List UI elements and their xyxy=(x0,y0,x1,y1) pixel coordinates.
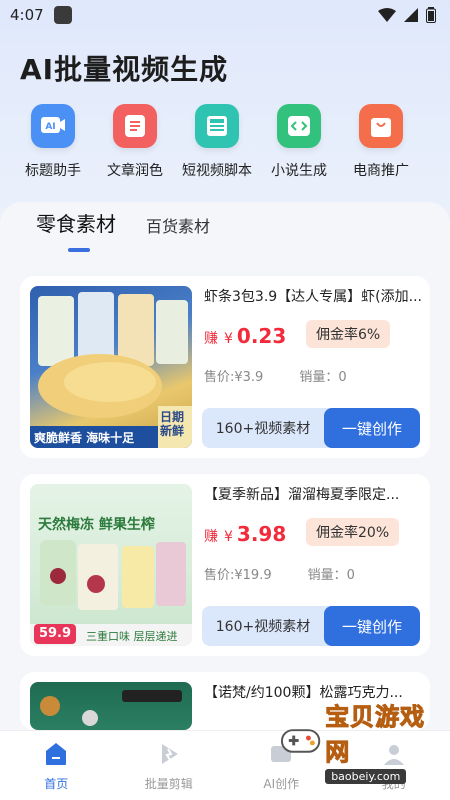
product-card[interactable]: 天然梅冻 鲜果生榨 三重口味 层层递进 59.9 【夏季新品】溜溜梅夏季限定..… xyxy=(20,474,430,656)
battery-icon xyxy=(426,7,436,23)
earn-prefix: 赚 xyxy=(204,331,218,347)
category-tabs: 零食素材 百货素材 xyxy=(36,208,240,237)
product-title: 【夏季新品】溜溜梅夏季限定... xyxy=(204,487,400,503)
image-caption-right: 日期新鲜 xyxy=(160,410,185,438)
earn-amount: 赚 ¥ 0.23 xyxy=(204,324,286,348)
product-image[interactable] xyxy=(30,682,192,730)
tool-title-helper[interactable]: AI 标题助手 xyxy=(12,104,94,180)
tool-video-script[interactable]: 短视频脚本 xyxy=(176,104,258,180)
product-price: 售价:¥19.9 xyxy=(204,568,272,583)
watermark-text: 宝贝游戏网 xyxy=(325,702,426,766)
nav-label: 首页 xyxy=(44,777,69,791)
earn-amount: 赚 ¥ 3.98 xyxy=(204,522,286,546)
tool-label: 文章润色 xyxy=(107,163,163,179)
product-meta: 售价:¥19.9 销量：0 xyxy=(204,564,355,583)
product-meta: 售价:¥3.9 销量：0 xyxy=(204,366,347,385)
svg-text:AI: AI xyxy=(45,122,55,132)
image-caption-bottom: 三重口味 层层递进 xyxy=(86,630,178,643)
site-watermark: 宝贝游戏网 baobeiy.com xyxy=(278,700,448,784)
script-icon xyxy=(195,104,239,148)
product-sales: 销量：0 xyxy=(307,568,355,583)
document-icon xyxy=(113,104,157,148)
nav-home[interactable]: 首页 xyxy=(0,731,113,800)
tool-label: 短视频脚本 xyxy=(182,163,252,179)
nav-batch-edit[interactable]: 批量剪辑 xyxy=(113,731,226,800)
signal-icon xyxy=(404,8,418,22)
active-tab-indicator xyxy=(68,248,90,252)
tool-novel-generate[interactable]: 小说生成 xyxy=(258,104,340,180)
product-image[interactable]: 爽脆鲜香 海味十足 日期新鲜 xyxy=(30,286,192,448)
product-card[interactable]: 爽脆鲜香 海味十足 日期新鲜 虾条3包3.9【达人专属】虾(添加... 赚 ¥ … xyxy=(20,276,430,458)
product-image[interactable]: 天然梅冻 鲜果生榨 三重口味 层层递进 59.9 xyxy=(30,484,192,646)
one-click-create-button[interactable]: 一键创作 xyxy=(324,408,420,448)
commission-badge: 佣金率6% xyxy=(306,320,391,348)
one-click-create-button[interactable]: 一键创作 xyxy=(324,606,420,646)
card-actions: 160+视频素材 一键创作 xyxy=(202,408,420,448)
watermark-url: baobeiy.com xyxy=(325,768,407,784)
wifi-icon xyxy=(378,8,396,22)
product-title: 虾条3包3.9【达人专属】虾(添加... xyxy=(204,289,422,305)
video-assets-button[interactable]: 160+视频素材 xyxy=(202,606,324,646)
card-actions: 160+视频素材 一键创作 xyxy=(202,606,420,646)
image-caption-top: 天然梅冻 鲜果生榨 xyxy=(38,517,155,533)
tool-ecommerce-promo[interactable]: 电商推广 xyxy=(340,104,422,180)
tool-label: 标题助手 xyxy=(25,163,81,179)
product-price: 售价:¥3.9 xyxy=(204,370,264,385)
tool-grid: AI 标题助手 文章润色 短视频脚本 小说生成 电商推广 xyxy=(0,104,450,180)
image-caption-left: 爽脆鲜香 海味十足 xyxy=(34,431,135,445)
status-icons xyxy=(378,7,436,23)
tab-general-goods[interactable]: 百货素材 xyxy=(146,213,210,237)
earn-prefix: 赚 xyxy=(204,529,218,545)
status-bar: 4:07 xyxy=(0,0,450,30)
plum-jelly-package-art xyxy=(30,540,192,646)
status-time: 4:07 xyxy=(10,6,44,24)
home-icon xyxy=(46,743,67,765)
app-notification-icon xyxy=(53,6,72,24)
chocolate-package-art xyxy=(40,690,182,726)
video-assets-button[interactable]: 160+视频素材 xyxy=(202,408,324,448)
gamepad-icon xyxy=(280,729,321,753)
code-icon xyxy=(277,104,321,148)
page-title: AI批量视频生成 xyxy=(20,53,229,86)
tool-article-polish[interactable]: 文章润色 xyxy=(94,104,176,180)
commission-badge: 佣金率20% xyxy=(306,518,400,546)
earn-value: 0.23 xyxy=(236,324,287,348)
earn-value: 3.98 xyxy=(236,522,287,546)
nav-label: 批量剪辑 xyxy=(144,777,193,791)
product-sales: 销量：0 xyxy=(299,370,347,385)
tool-label: 电商推广 xyxy=(353,163,409,179)
shopping-bag-icon xyxy=(359,104,403,148)
currency-symbol: ¥ xyxy=(224,529,233,545)
tab-snacks[interactable]: 零食素材 xyxy=(36,208,116,237)
image-price-tag: 59.9 xyxy=(34,624,76,644)
tool-label: 小说生成 xyxy=(271,163,327,179)
play-icon xyxy=(161,744,178,764)
ai-badge-icon: AI xyxy=(31,104,75,148)
currency-symbol: ¥ xyxy=(224,331,233,347)
